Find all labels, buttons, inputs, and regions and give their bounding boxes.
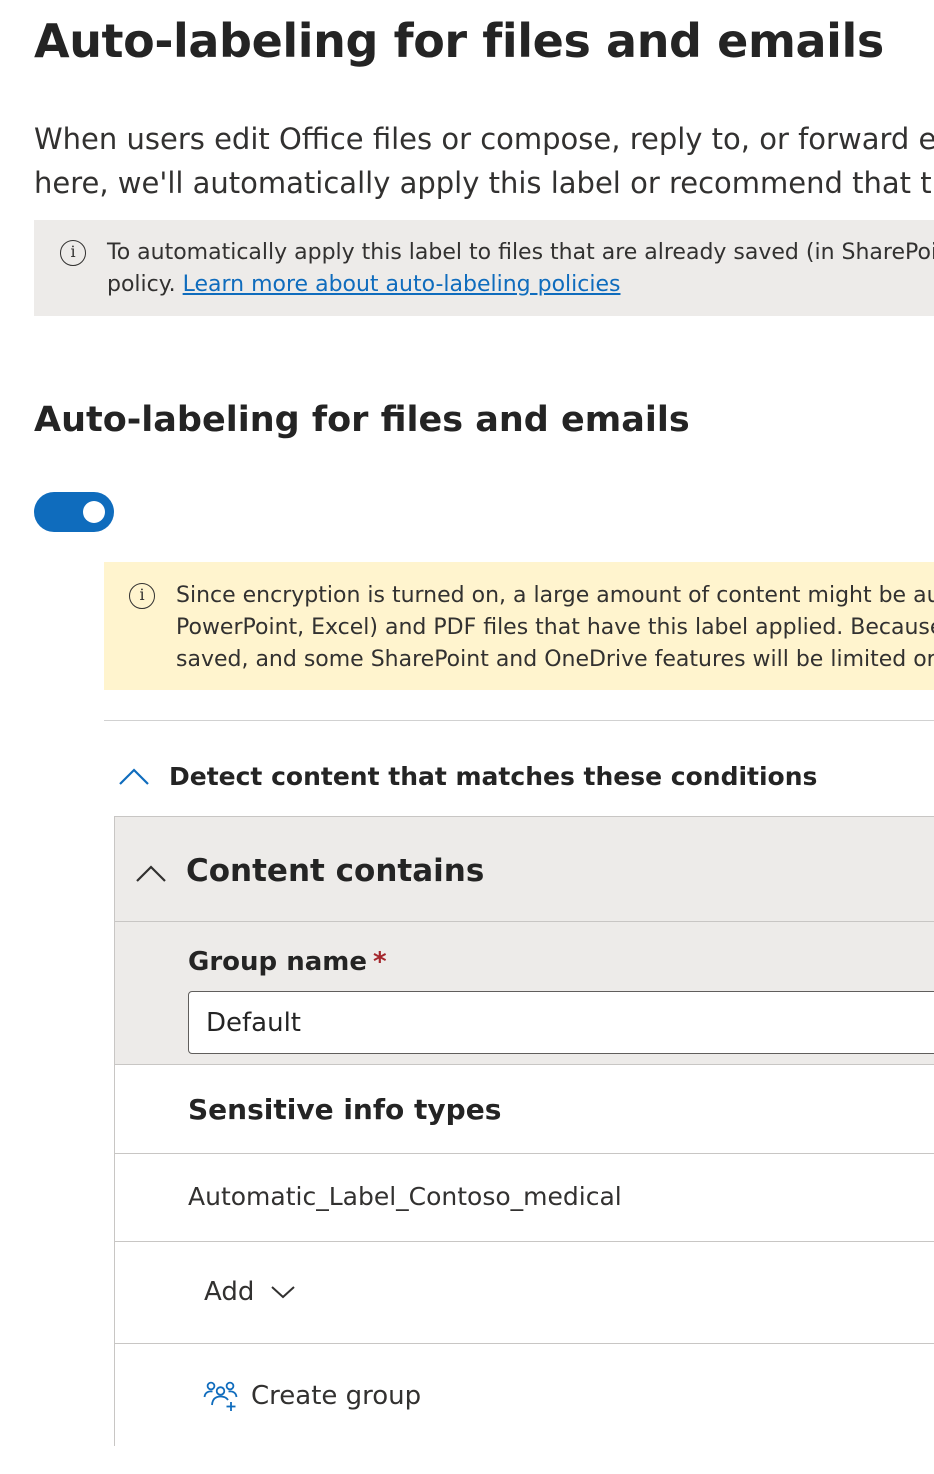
warning-message-bar: i Since encryption is turned on, a large… [104, 562, 934, 690]
section-title: Auto-labeling for files and emails [34, 400, 690, 440]
create-group-button[interactable]: Create group [203, 1376, 421, 1416]
info-message-text: To automatically apply this label to fil… [107, 237, 934, 301]
toggle-knob [83, 501, 105, 523]
warning-line-2: PowerPoint, Excel) and PDF files that ha… [176, 615, 934, 640]
content-contains-title: Content contains [186, 853, 485, 889]
list-item: Automatic_Label_Contoso_medical [115, 1154, 934, 1242]
warning-message-text: Since encryption is turned on, a large a… [176, 580, 934, 676]
info-message-bar: i To automatically apply this label to f… [34, 220, 934, 316]
sensitive-info-types-label: Sensitive info types [188, 1093, 502, 1126]
detect-conditions-label: Detect content that matches these condit… [169, 762, 818, 791]
content-contains-header[interactable]: Content contains [115, 817, 934, 922]
learn-more-link[interactable]: Learn more about auto-labeling policies [183, 272, 621, 297]
info-line-2: policy. Learn more about auto-labeling p… [107, 269, 934, 301]
add-button-label: Add [204, 1277, 255, 1307]
add-button[interactable]: Add [204, 1272, 296, 1312]
create-group-row: Create group [115, 1344, 934, 1447]
required-marker: * [372, 947, 387, 977]
warning-line-1: Since encryption is turned on, a large a… [176, 583, 934, 608]
description-line-1: When users edit Office files or compose,… [34, 122, 934, 156]
group-name-input[interactable] [188, 991, 934, 1054]
sensitive-info-types-header: Sensitive info types [115, 1065, 934, 1154]
sensitive-info-type-name: Automatic_Label_Contoso_medical [188, 1182, 622, 1211]
content-contains-panel: Content contains Group name* Sensitive i… [114, 816, 934, 1447]
group-name-label: Group name * [188, 944, 387, 980]
group-name-label-text: Group name [188, 947, 367, 977]
create-group-label: Create group [251, 1381, 422, 1411]
page-description: When users edit Office files or compose,… [34, 117, 934, 205]
info-icon: i [60, 240, 86, 266]
description-line-2: here, we'll automatically apply this lab… [34, 166, 934, 200]
auto-labeling-toggle[interactable] [34, 492, 114, 532]
people-add-icon [203, 1381, 238, 1411]
warning-line-3: saved, and some SharePoint and OneDrive … [176, 647, 934, 672]
info-line-1: To automatically apply this label to fil… [107, 240, 934, 265]
info-icon: i [129, 583, 155, 609]
page: Auto-labeling for files and emails When … [0, 0, 934, 1474]
info-line-2-prefix: policy. [107, 272, 183, 297]
divider [104, 720, 934, 721]
chevron-up-icon [119, 768, 149, 785]
chevron-down-icon [271, 1286, 296, 1299]
add-row: Add [115, 1242, 934, 1344]
group-name-area: Group name * [115, 922, 934, 1065]
chevron-up-icon [136, 865, 166, 882]
page-title: Auto-labeling for files and emails [34, 14, 884, 68]
